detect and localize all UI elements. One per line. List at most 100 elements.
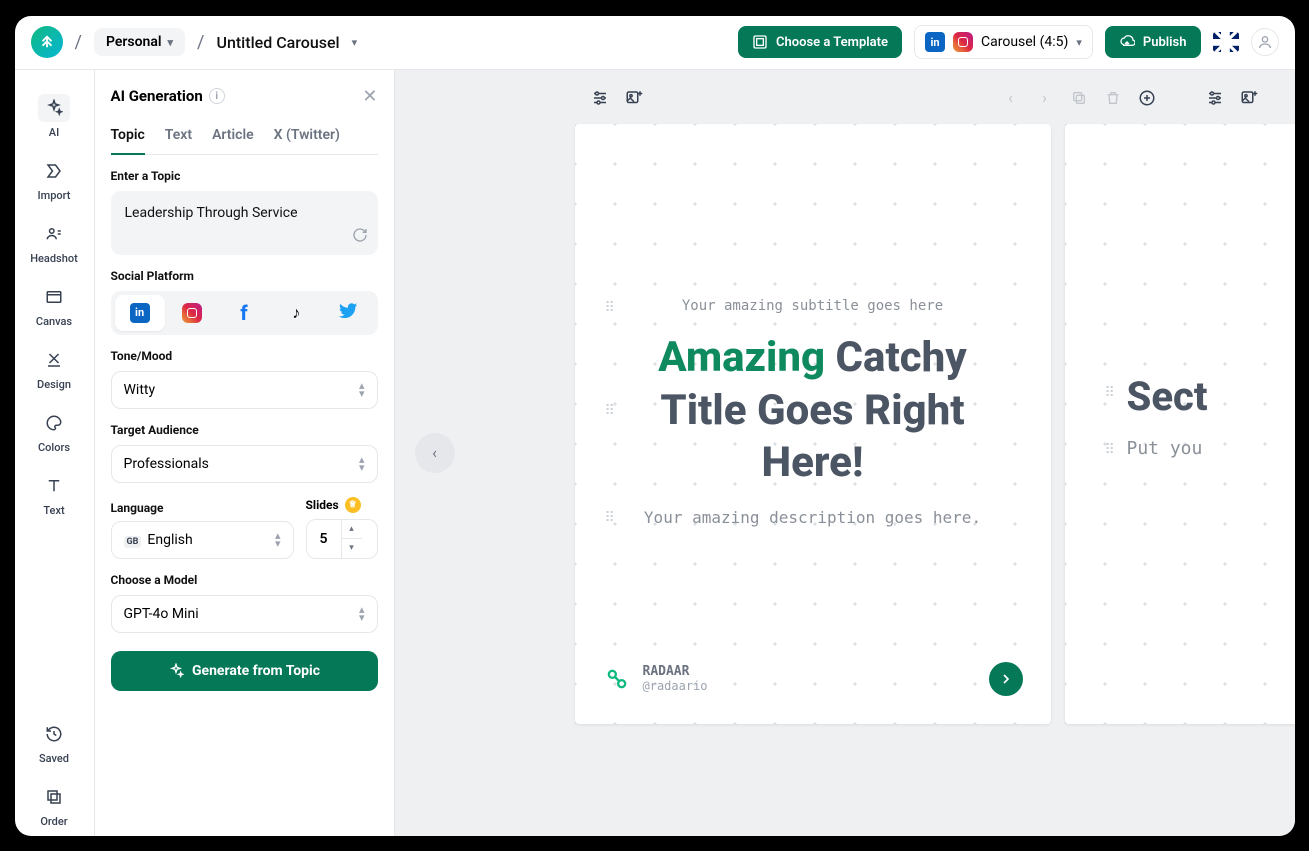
slide-title-accent: Amazing [658,333,825,382]
rail-label: Order [40,815,67,828]
tone-label: Tone/Mood [111,349,378,363]
rail-label: Canvas [36,315,72,328]
slide-title[interactable]: Sect [1113,373,1208,420]
enter-topic-label: Enter a Topic [111,169,378,183]
slides-stepper[interactable]: ▴ ▾ [306,519,378,559]
rail-canvas[interactable]: Canvas [24,275,84,336]
slide-footer [1093,668,1295,696]
chevron-down-icon[interactable]: ▾ [352,36,358,49]
rail-label: Import [38,189,71,202]
image-add-icon[interactable] [1239,88,1259,108]
rail-ai[interactable]: AI [24,86,84,147]
twitter-icon [338,301,358,325]
close-icon[interactable]: ✕ [362,86,377,107]
colors-icon [38,409,70,437]
linkedin-icon: in [925,32,945,52]
audience-select[interactable]: Professionals ▴▾ [111,445,378,483]
social-facebook[interactable]: f [219,295,269,331]
rail-order[interactable]: Order [24,775,84,836]
canvas-toolbar: ‹ › [395,88,1295,108]
slide-description[interactable]: Your amazing description goes here. [613,508,1013,527]
copy-icon[interactable] [1069,88,1089,108]
chevron-down-icon: ▾ [1076,36,1082,49]
crown-icon: ♕ [345,497,361,513]
language-value: GBEnglish [124,532,193,548]
language-select[interactable]: GBEnglish ▴▾ [111,521,294,559]
app-logo[interactable] [31,26,63,58]
social-linkedin[interactable]: in [115,295,165,331]
slide[interactable]: ⠿ Your amazing subtitle goes here ⠿ Amaz… [575,124,1051,724]
rail-saved[interactable]: Saved [24,712,84,773]
tab-topic[interactable]: Topic [111,121,145,155]
tab-xtwitter[interactable]: X (Twitter) [274,121,340,154]
select-arrows-icon: ▴▾ [275,532,281,548]
breadcrumb-sep: / [75,32,82,53]
topic-value: Leadership Through Service [125,205,298,221]
prev-slide-icon[interactable]: ‹ [1001,88,1021,108]
workspace-selector[interactable]: Personal ▾ [94,28,185,56]
tab-text[interactable]: Text [165,121,192,154]
select-arrows-icon: ▴▾ [359,382,365,398]
image-add-icon[interactable] [624,88,644,108]
import-icon [38,157,70,185]
social-twitter[interactable] [323,295,373,331]
rail-label: Text [43,504,64,517]
nav-rail: AI Import Headshot Canvas Design Colors [15,70,95,836]
sliders-icon[interactable] [590,88,610,108]
slide-description[interactable]: Put you [1113,438,1203,459]
rail-colors[interactable]: Colors [24,401,84,462]
rail-design[interactable]: Design [24,338,84,399]
drag-handle-icon[interactable]: ⠿ [605,403,617,419]
breadcrumb-sep: / [197,32,204,53]
choose-template-label: Choose a Template [776,35,888,50]
platform-selector[interactable]: in Carousel (4:5) ▾ [914,25,1093,59]
drag-handle-icon[interactable]: ⠿ [1105,385,1117,401]
select-arrows-icon: ▴▾ [359,606,365,622]
slide-subtitle[interactable]: Your amazing subtitle goes here [613,298,1013,314]
next-slide-icon[interactable]: › [1035,88,1055,108]
slides-up[interactable]: ▴ [342,520,362,539]
social-tiktok[interactable]: ♪ [271,295,321,331]
app-frame: / Personal ▾ / Untitled Carousel ▾ Choos… [15,16,1295,836]
sliders-icon[interactable] [1205,88,1225,108]
rail-import[interactable]: Import [24,149,84,210]
canvas-area: ‹ › ‹ › ⠿ [395,70,1295,836]
user-avatar[interactable] [1251,28,1279,56]
topic-input[interactable]: Leadership Through Service [111,191,378,255]
history-icon [38,720,70,748]
drag-handle-icon[interactable]: ⠿ [1105,442,1117,458]
publish-button[interactable]: Publish [1105,26,1201,58]
platform-label: Carousel (4:5) [981,34,1068,50]
tone-select[interactable]: Witty ▴▾ [111,371,378,409]
design-icon [38,346,70,374]
order-icon [38,783,70,811]
trash-icon[interactable] [1103,88,1123,108]
drag-handle-icon[interactable]: ⠿ [605,510,617,526]
canvas-icon [38,283,70,311]
slides-input[interactable] [307,520,341,558]
social-instagram[interactable] [167,295,217,331]
rail-label: Colors [38,441,70,454]
info-icon[interactable]: i [209,88,225,104]
slides-label-text: Slides [306,498,339,512]
brand-icon [603,665,631,693]
drag-handle-icon[interactable]: ⠿ [605,300,617,316]
add-slide-icon[interactable] [1137,88,1157,108]
rail-text[interactable]: Text [24,464,84,525]
slide[interactable]: ⠿ Sect ⠿ Put you [1065,124,1295,724]
choose-template-button[interactable]: Choose a Template [738,26,902,58]
slide-arrow-button[interactable] [989,662,1023,696]
language-flag-icon[interactable] [1213,32,1239,52]
rail-headshot[interactable]: Headshot [24,212,84,273]
generate-button[interactable]: Generate from Topic [111,651,378,691]
model-select[interactable]: GPT-4o Mini ▴▾ [111,595,378,633]
slide-title[interactable]: Amazing Catchy Title Goes Right Here! [613,332,1013,490]
slides-down[interactable]: ▾ [342,539,362,558]
workspace-name: Personal [106,34,162,50]
tab-article[interactable]: Article [212,121,254,154]
refresh-icon[interactable] [352,227,368,247]
document-title[interactable]: Untitled Carousel [216,33,339,52]
rail-label: AI [49,126,59,139]
instagram-icon [182,303,202,323]
prev-slide-button[interactable]: ‹ [415,433,455,473]
